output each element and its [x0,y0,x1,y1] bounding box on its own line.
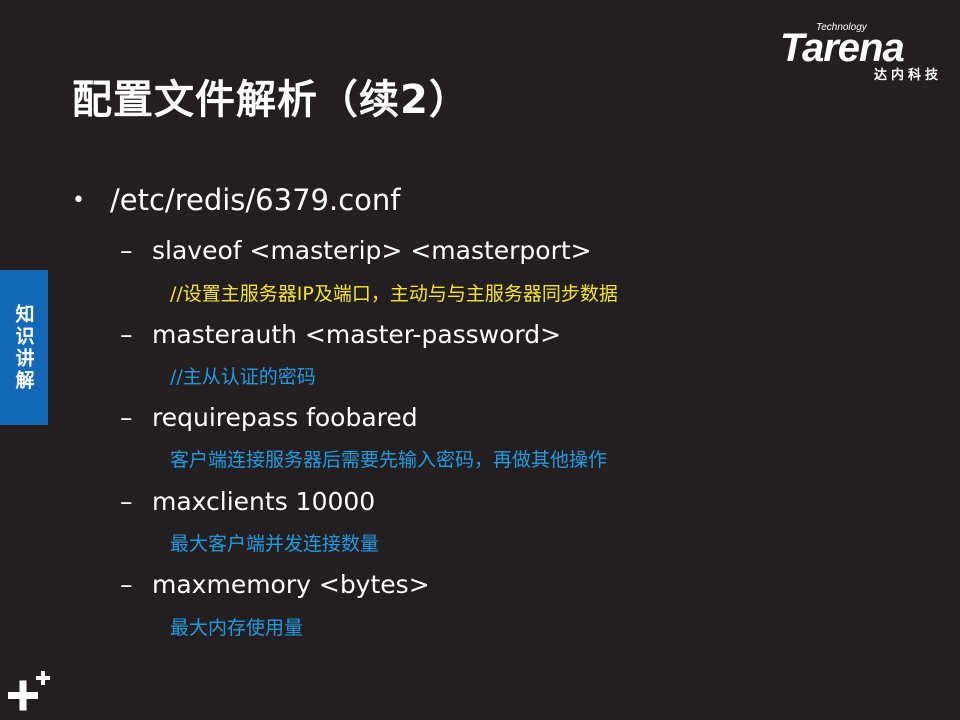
sub-item-note: //主从认证的密码 [170,366,316,388]
bullet-text: /etc/redis/6379.conf [110,183,401,217]
sub-item-note: 客户端连接服务器后需要先输入密码，再做其他操作 [170,449,608,471]
sub-item: – maxmemory <bytes> [120,567,430,601]
sub-item: – masterauth <master-password> [120,317,561,351]
dash-icon: – [120,569,133,599]
sub-item: – slaveof <masterip> <masterport> [120,233,592,267]
sub-item-note: 最大内存使用量 [170,617,304,639]
plus-icon [8,671,50,711]
sub-item-note: //设置主服务器IP及端口，主动与与主服务器同步数据 [170,283,618,305]
bullet-item: • /etc/redis/6379.conf [72,178,400,222]
sub-item-text: maxclients 10000 [152,486,376,516]
sub-item-text: masterauth <master-password> [152,319,562,349]
sub-item-note: 最大客户端并发连接数量 [170,533,380,555]
bullet-icon: • [72,187,85,213]
sub-item: – requirepass foobared [120,400,418,434]
sub-item-text: requirepass foobared [152,402,418,432]
slide-content: • /etc/redis/6379.conf – slaveof <master… [0,0,960,720]
sub-item-text: slaveof <masterip> <masterport> [152,235,592,265]
dash-icon: – [120,486,133,516]
sub-item-text: maxmemory <bytes> [152,569,430,599]
sub-item: – maxclients 10000 [120,484,375,518]
dash-icon: – [120,402,133,432]
dash-icon: – [120,319,133,349]
dash-icon: – [120,235,133,265]
